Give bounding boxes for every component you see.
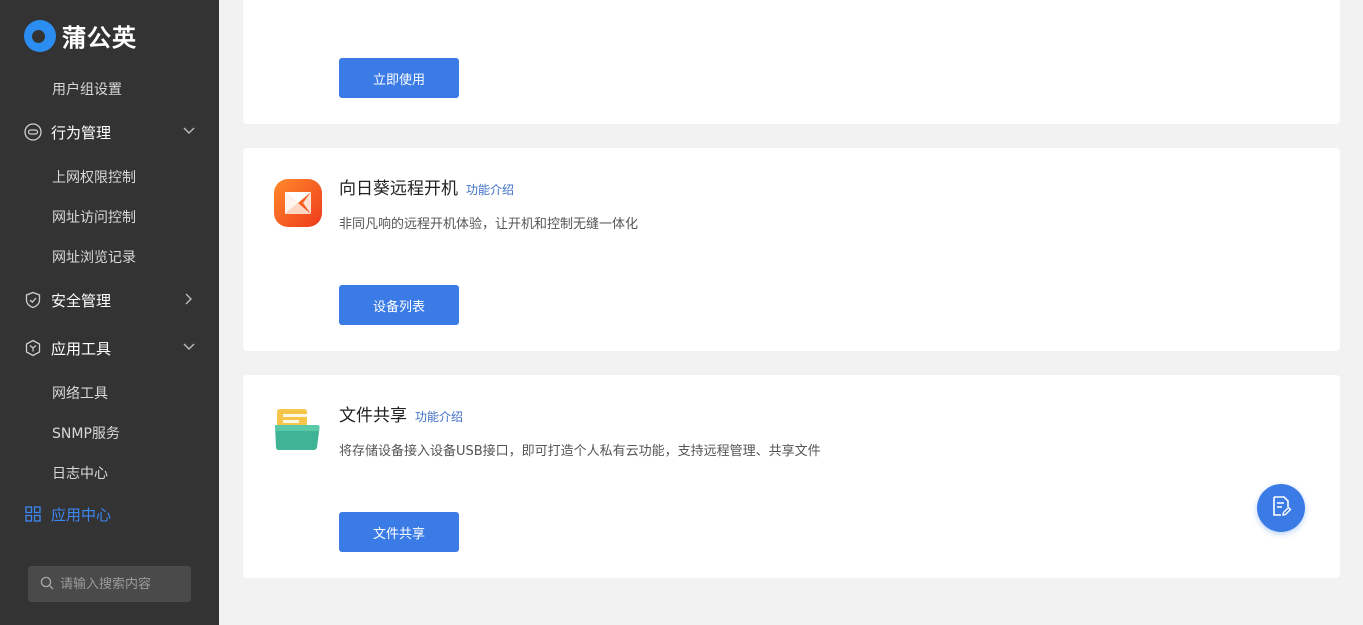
document-edit-icon: [1269, 494, 1293, 522]
use-now-button[interactable]: 立即使用: [339, 58, 459, 98]
sidebar-group-security[interactable]: 安全管理: [24, 288, 196, 312]
chevron-down-icon: [182, 124, 196, 138]
sunflower-feature-link[interactable]: 功能介绍: [466, 183, 514, 197]
search-input[interactable]: [60, 576, 180, 592]
folder-app-icon: [273, 403, 323, 453]
sidebar-item-user-group-settings[interactable]: 用户组设置: [52, 79, 122, 99]
sidebar-group-tools-label: 应用工具: [51, 339, 112, 358]
sidebar-group-tools[interactable]: 应用工具: [24, 336, 196, 360]
sidebar-item-url-browse-history[interactable]: 网址浏览记录: [52, 247, 136, 267]
link-icon: [24, 123, 42, 141]
sidebar-group-security-label: 安全管理: [51, 291, 112, 310]
device-list-button[interactable]: 设备列表: [339, 285, 459, 325]
sidebar-item-log-center[interactable]: 日志中心: [52, 463, 108, 483]
chevron-right-icon: [182, 292, 196, 306]
sidebar-item-app-center-label: 应用中心: [51, 505, 112, 524]
sunflower-description: 非同凡响的远程开机体验，让开机和控制无缝一体化: [339, 217, 639, 232]
sidebar-group-behavior[interactable]: 行为管理: [24, 120, 196, 144]
file-share-button[interactable]: 文件共享: [339, 512, 459, 552]
app-card-partial: 立即使用: [243, 0, 1340, 124]
fileshare-title: 文件共享: [339, 406, 407, 426]
feedback-fab[interactable]: [1257, 484, 1305, 532]
sidebar-item-snmp-service[interactable]: SNMP服务: [52, 423, 120, 443]
fileshare-feature-link[interactable]: 功能介绍: [415, 410, 463, 424]
sunflower-app-icon: [273, 178, 323, 228]
sidebar-item-app-center[interactable]: 应用中心: [24, 502, 196, 526]
cube-icon: [24, 339, 42, 357]
sunflower-title: 向日葵远程开机: [339, 179, 458, 199]
sidebar-group-behavior-label: 行为管理: [51, 123, 112, 142]
sidebar-item-network-tools[interactable]: 网络工具: [52, 383, 108, 403]
dandelion-logo-icon: [24, 19, 56, 52]
card-title-fileshare: 文件共享 功能介绍: [339, 401, 463, 426]
fileshare-description: 将存储设备接入设备USB接口，即可打造个人私有云功能，支持远程管理、共享文件: [339, 444, 821, 459]
app-card-sunflower: 向日葵远程开机 功能介绍 非同凡响的远程开机体验，让开机和控制无缝一体化 设备列表: [243, 148, 1340, 351]
card-title-sunflower: 向日葵远程开机 功能介绍: [339, 174, 514, 199]
shield-icon: [24, 291, 42, 309]
app-card-fileshare: 文件共享 功能介绍 将存储设备接入设备USB接口，即可打造个人私有云功能，支持远程…: [243, 375, 1340, 578]
brand-name: 蒲公英: [62, 24, 137, 52]
sidebar-item-internet-access-control[interactable]: 上网权限控制: [52, 167, 136, 187]
brand-logo[interactable]: 蒲公英: [24, 18, 137, 53]
sidebar: 蒲公英 用户组设置 行为管理 上网权限控制 网址访问控制 网址浏览记录 安全管理…: [0, 0, 219, 625]
chevron-down-icon: [182, 340, 196, 354]
search-icon: [40, 575, 54, 594]
grid-icon: [24, 505, 42, 523]
sidebar-item-url-access-control[interactable]: 网址访问控制: [52, 207, 136, 227]
sidebar-search[interactable]: [28, 566, 191, 602]
